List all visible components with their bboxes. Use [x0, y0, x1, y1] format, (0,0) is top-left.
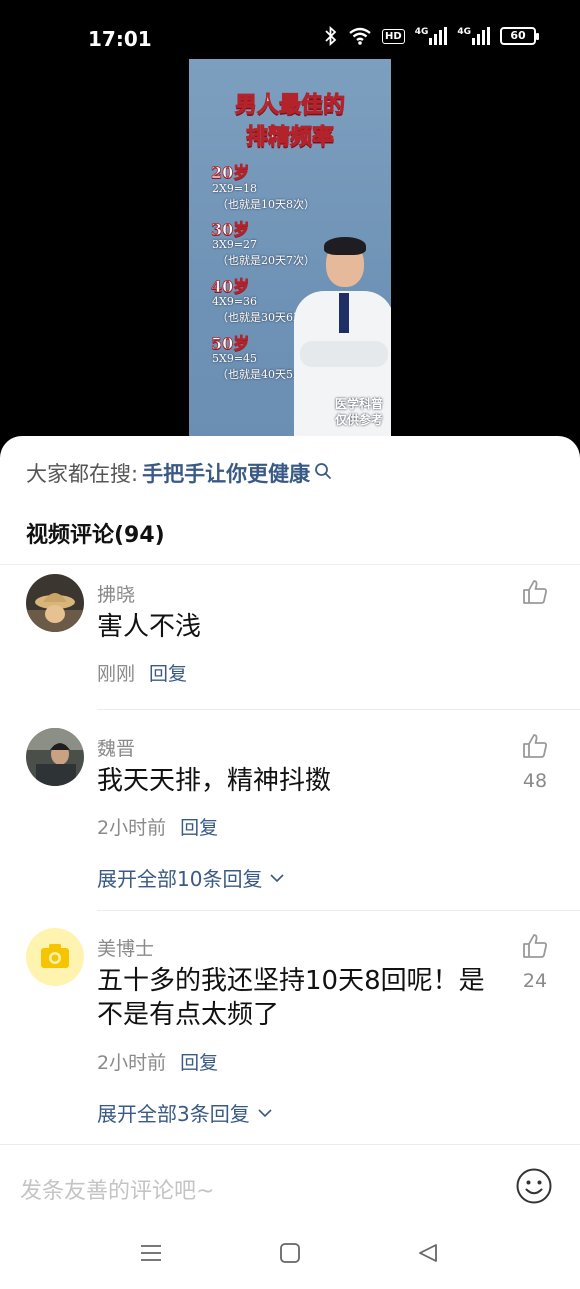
comment-username[interactable]: 拂晓: [97, 580, 135, 607]
chevron-down-icon: [270, 873, 285, 882]
poster-age: 50岁: [211, 334, 250, 354]
comment-username[interactable]: 美博士: [97, 934, 154, 961]
reply-button[interactable]: 回复: [180, 1048, 218, 1075]
hot-search-label: 大家都在搜:: [26, 462, 139, 486]
poster-age: 20岁: [211, 163, 250, 183]
poster-formula: 2X9=18: [212, 182, 258, 195]
comment-meta: 2小时前 回复: [97, 1048, 218, 1075]
avatar[interactable]: [26, 728, 84, 786]
bluetooth-icon: [324, 26, 338, 46]
like-count: 48: [522, 770, 548, 792]
menu-button[interactable]: [140, 1242, 162, 1268]
search-icon: [310, 461, 332, 485]
system-nav-bar: [0, 1234, 580, 1289]
comment-username[interactable]: 魏晋: [97, 734, 135, 761]
poster-caption-line1: 医学科普: [334, 397, 383, 411]
back-button[interactable]: [417, 1242, 439, 1268]
reply-button[interactable]: 回复: [180, 813, 218, 840]
wifi-icon: [348, 27, 372, 45]
battery-icon: 60: [500, 27, 539, 45]
signal-icon-2: 4G: [457, 27, 490, 45]
status-icons: HD 4G 4G 60: [324, 26, 539, 46]
comment-divider: [97, 910, 580, 911]
comment-text: 五十多的我还坚持10天8回呢！是不是有点太频了: [97, 966, 485, 1030]
comment-time: 2小时前: [97, 1052, 167, 1074]
video-thumbnail: 男人最佳的 排精频率 20岁 2X9=18 （也就是10天8次） 30岁 3X9…: [189, 59, 391, 437]
avatar[interactable]: [26, 574, 84, 632]
expand-replies-button[interactable]: 展开全部3条回复: [97, 1098, 272, 1127]
comment-text: 我天天排，精神抖擞: [97, 766, 332, 796]
poster-note: （也就是10天8次）: [217, 198, 315, 211]
emoji-button[interactable]: [515, 1167, 553, 1209]
hd-badge: HD: [382, 28, 405, 44]
poster-formula: 5X9=45: [212, 352, 258, 365]
expand-replies-button[interactable]: 展开全部10条回复: [97, 863, 285, 892]
comment-text: 害人不浅: [97, 612, 202, 642]
comment-meta: 刚刚 回复: [97, 659, 187, 686]
thumbs-up-icon: [523, 580, 547, 604]
home-button[interactable]: [279, 1242, 301, 1268]
hot-search-keyword[interactable]: 手把手让你更健康: [142, 458, 310, 488]
home-square-icon: [280, 1243, 300, 1263]
chevron-down-icon: [258, 1108, 272, 1117]
comment-meta: 2小时前 回复: [97, 813, 218, 840]
comments-title: 视频评论(94): [26, 523, 165, 548]
thumbs-up-icon: [523, 734, 547, 758]
signal-icon-1: 4G: [415, 27, 448, 45]
comment-time: 刚刚: [97, 663, 136, 685]
comment-divider: [97, 709, 580, 710]
network-type-1: 4G: [414, 27, 429, 37]
poster-title-line1: 男人最佳的: [234, 93, 345, 119]
poster-title-line2: 排精频率: [245, 125, 334, 151]
expand-replies-label: 展开全部10条回复: [97, 867, 263, 891]
status-time: 17:01: [88, 27, 152, 51]
poster-age: 40岁: [211, 277, 250, 297]
back-triangle-icon: [419, 1244, 437, 1262]
like-button[interactable]: [514, 578, 556, 616]
avatar[interactable]: [26, 928, 84, 986]
poster-caption-line2: 仅供参考: [334, 413, 383, 427]
reply-button[interactable]: 回复: [149, 659, 187, 686]
poster-age: 30岁: [211, 220, 250, 240]
video-player[interactable]: 男人最佳的 排精频率 20岁 2X9=18 （也就是10天8次） 30岁 3X9…: [0, 58, 580, 458]
like-button[interactable]: 48: [514, 732, 556, 792]
smiley-icon: [516, 1168, 552, 1204]
poster-formula: 4X9=36: [212, 295, 258, 308]
comment-time: 2小时前: [97, 817, 167, 839]
comments-sheet: 大家都在搜: 手把手让你更健康 视频评论(94) 拂晓 害人不浅 刚刚 回复 魏…: [0, 436, 580, 1289]
hot-search[interactable]: 大家都在搜: 手把手让你更健康: [26, 458, 332, 488]
comment-input[interactable]: 发条友善的评论吧~: [20, 1173, 214, 1205]
expand-replies-label: 展开全部3条回复: [97, 1102, 250, 1126]
like-button[interactable]: 24: [514, 932, 556, 992]
comment-input-bar: 发条友善的评论吧~: [0, 1144, 580, 1234]
poster-formula: 3X9=27: [212, 238, 258, 251]
divider: [0, 564, 580, 565]
menu-icon: [141, 1245, 161, 1261]
like-count: 24: [522, 970, 548, 992]
thumbs-up-icon: [523, 934, 547, 958]
network-type-2: 4G: [457, 27, 471, 37]
